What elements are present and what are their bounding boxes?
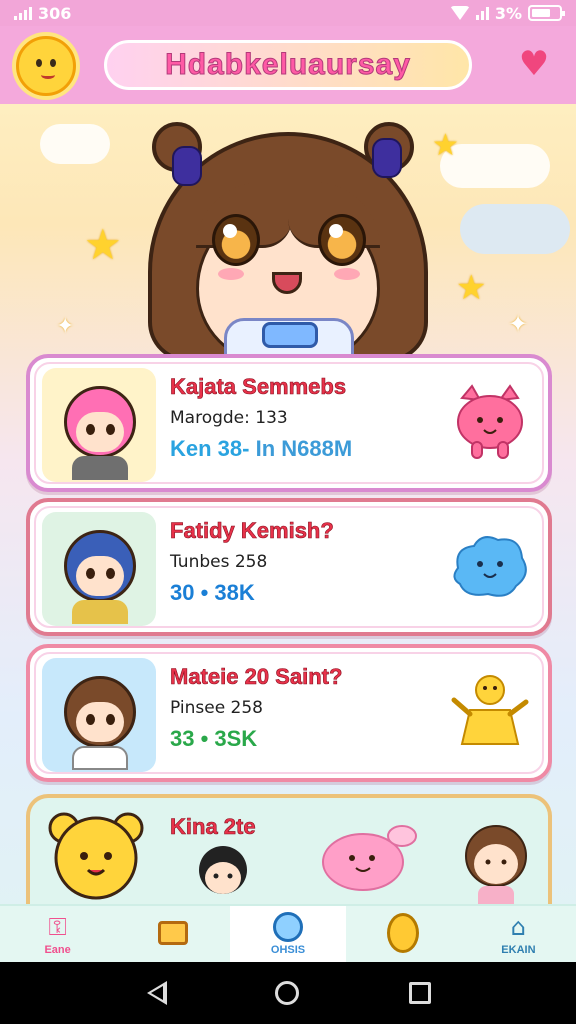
nav-item-ekain[interactable]: ⌂ EKAIN xyxy=(461,906,576,962)
carrot-mascot-icon xyxy=(387,913,420,953)
card-subtitle: Tunbes 258 xyxy=(170,552,268,572)
battery-text: 3% xyxy=(494,3,522,23)
nav-item-eane[interactable]: ⚿ Eane xyxy=(0,906,115,962)
chibi-boy-character xyxy=(199,846,247,894)
recent-apps-icon[interactable] xyxy=(409,982,431,1004)
yellow-bear-character xyxy=(48,812,144,900)
nav-item-ohsis[interactable]: OHSIS xyxy=(230,906,346,962)
pink-cat-pet-icon xyxy=(457,384,523,459)
key-icon: ⚿ xyxy=(48,913,67,941)
system-nav-bar xyxy=(0,962,576,1024)
card-stat: 30 • 38K xyxy=(170,580,255,605)
character-thumbnail xyxy=(42,368,156,482)
hero-banner: ★ ★ ★ ✦ ✦ xyxy=(0,104,576,354)
cloud-decoration xyxy=(460,204,570,254)
heart-icon[interactable]: ♥ xyxy=(514,46,554,82)
sparkle-icon: ✦ xyxy=(56,314,75,339)
card-title: Kajata Semmebs xyxy=(170,374,347,400)
star-icon: ★ xyxy=(432,128,459,163)
chibi-girl-character xyxy=(465,825,527,912)
star-icon: ★ xyxy=(456,268,487,308)
app-header: Hdabkeluaursay ♥ xyxy=(0,26,576,104)
nav-item-tv[interactable] xyxy=(115,906,230,962)
card-subtitle: Marogde: 133 xyxy=(170,408,288,428)
card-subtitle: Pinsee 258 xyxy=(170,698,264,718)
battery-icon xyxy=(528,5,565,21)
game-card[interactable]: Kajata Semmebs Marogde: 133 Ken 38- In N… xyxy=(26,354,552,492)
pink-blob-pet xyxy=(322,825,417,891)
game-card[interactable]: Mateie 20 Saint? Pinsee 258 33 • 3SK xyxy=(26,644,552,782)
cloud-decoration xyxy=(40,124,110,164)
character-thumbnail xyxy=(42,658,156,772)
game-card[interactable]: Kina 2te xyxy=(26,794,552,914)
app-title: Hdabkeluaursay xyxy=(104,40,472,90)
card-title: Fatidy Kemish? xyxy=(170,518,334,544)
card-title: Kina 2te xyxy=(170,814,256,840)
blue-cloud-pet-icon xyxy=(453,536,527,597)
card-stat: 33 • 3SK xyxy=(170,726,258,751)
house-icon: ⌂ xyxy=(510,913,527,941)
cell-signal-icon xyxy=(475,6,489,20)
back-icon[interactable] xyxy=(145,981,167,1005)
yellow-star-mascot-icon xyxy=(451,675,529,745)
sun-mascot-icon[interactable] xyxy=(16,36,76,96)
status-bar: 306 3% xyxy=(0,0,576,26)
card-stat: Ken 38- In N688M xyxy=(170,436,353,461)
home-icon[interactable] xyxy=(275,981,299,1005)
character-thumbnail xyxy=(42,512,156,626)
signal-text: 306 xyxy=(38,3,72,23)
sparkle-icon: ✦ xyxy=(508,310,529,338)
nav-item-mascot[interactable] xyxy=(346,906,461,962)
signal-icon xyxy=(14,6,32,20)
card-title: Mateie 20 Saint? xyxy=(170,664,343,690)
bottom-nav: ⚿ Eane OHSIS ⌂ EKAIN xyxy=(0,904,576,962)
star-icon: ★ xyxy=(84,220,122,269)
game-card[interactable]: Fatidy Kemish? Tunbes 258 30 • 38K xyxy=(26,498,552,636)
bubble-icon xyxy=(272,912,304,942)
tv-icon xyxy=(157,918,189,948)
wifi-icon xyxy=(449,6,470,20)
